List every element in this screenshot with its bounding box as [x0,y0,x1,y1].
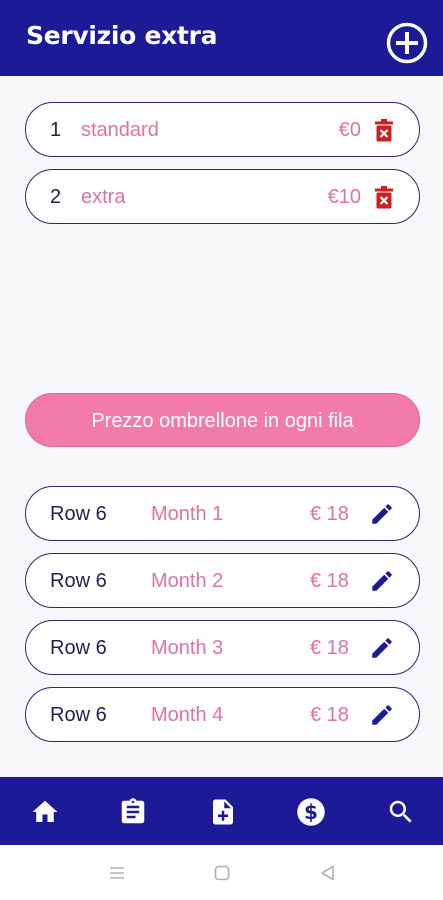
home-icon[interactable] [30,797,60,827]
svg-text:$: $ [304,800,318,824]
month-label: Month 3 [151,637,224,659]
row-label: Row 6 [50,503,107,525]
add-document-icon[interactable] [208,797,238,827]
service-price: €10 [327,186,361,208]
service-price: €0 [338,119,361,141]
month-label: Month 4 [151,704,224,726]
row-price-item[interactable]: Row 6 Month 4 € 18 [25,687,420,742]
edit-icon[interactable] [369,635,395,661]
delete-icon[interactable] [374,119,394,142]
row-label: Row 6 [50,637,107,659]
row-price: € 18 [310,503,349,525]
month-label: Month 1 [151,503,224,525]
service-item[interactable]: 2 extra €10 [25,169,420,224]
row-price-button[interactable]: Prezzo ombrellone in ogni fila [25,393,420,447]
add-circle-icon[interactable] [386,22,428,64]
row-price-item[interactable]: Row 6 Month 3 € 18 [25,620,420,675]
search-icon[interactable] [386,797,416,827]
service-name: extra [81,186,126,208]
month-label: Month 2 [151,570,224,592]
edit-icon[interactable] [369,501,395,527]
row-price: € 18 [310,704,349,726]
app-bar: Servizio extra [0,0,443,76]
row-label: Row 6 [50,704,107,726]
system-nav-bar [0,845,443,900]
row-price-item[interactable]: Row 6 Month 1 € 18 [25,486,420,541]
row-price: € 18 [310,637,349,659]
row-label: Row 6 [50,570,107,592]
delete-icon[interactable] [374,186,394,209]
service-name: standard [81,119,159,141]
page-title: Servizio extra [26,21,218,50]
row-price: € 18 [310,570,349,592]
bottom-nav: $ [0,777,443,845]
row-price-item[interactable]: Row 6 Month 2 € 18 [25,553,420,608]
service-number: 1 [50,119,62,141]
service-item[interactable]: 1 standard €0 [25,102,420,157]
dollar-icon[interactable]: $ [296,797,326,827]
back-icon[interactable] [318,864,338,882]
edit-icon[interactable] [369,702,395,728]
menu-icon[interactable] [107,864,127,882]
service-number: 2 [50,186,62,208]
edit-icon[interactable] [369,568,395,594]
home-square-icon[interactable] [212,864,232,882]
clipboard-icon[interactable] [118,797,148,827]
